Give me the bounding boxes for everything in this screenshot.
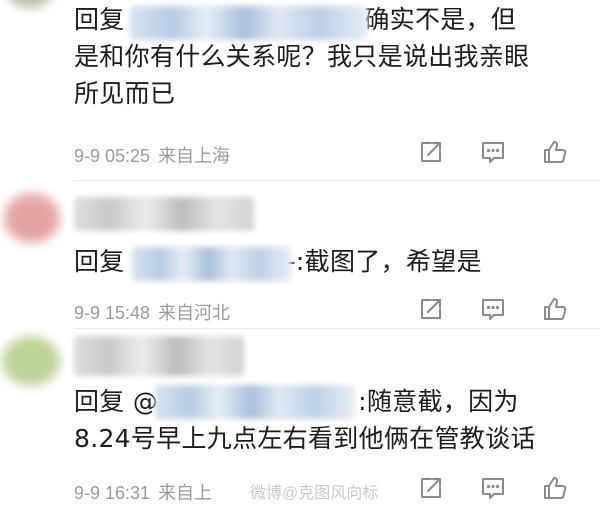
avatar[interactable] (4, 193, 60, 243)
comment-date: 9-9 15:48 (74, 303, 151, 323)
redacted-username (155, 385, 355, 419)
redacted-username (132, 247, 292, 281)
like-button[interactable] (539, 137, 571, 167)
comment-icon (482, 478, 504, 499)
redacted-username (130, 6, 368, 40)
avatar[interactable] (8, 0, 52, 8)
comment-actions (415, 473, 571, 503)
reply-prefix[interactable]: 回复 (74, 247, 125, 276)
comment-button[interactable] (477, 294, 509, 324)
comment-meta: 9-9 15:48 来自河北 (74, 299, 230, 325)
comment-date: 9-9 05:25 (74, 146, 151, 166)
comment-icon (482, 299, 504, 320)
reply-prefix[interactable]: 回复 @ (74, 387, 158, 416)
share-button[interactable] (415, 473, 447, 503)
like-button[interactable] (539, 294, 571, 324)
comment-item: 回复 -:截图了，希望是 9-9 15:48 来自河北 (0, 183, 600, 333)
comment-button[interactable] (477, 473, 509, 503)
share-icon (421, 299, 441, 319)
reply-prefix[interactable]: 回复 (74, 5, 125, 34)
divider (74, 180, 600, 181)
comment-location: 来自上 (158, 483, 213, 503)
comment-meta: 9-9 05:25 来自上海 (74, 142, 230, 168)
watermark: 微博@克图风向标 (250, 485, 379, 502)
share-icon (421, 478, 441, 498)
comment-actions (415, 294, 571, 324)
like-icon (544, 477, 567, 499)
comment-meta: 9-9 16:31 来自上 (74, 479, 212, 505)
comment-date: 9-9 16:31 (74, 483, 151, 503)
comment-button[interactable] (477, 137, 509, 167)
like-button[interactable] (539, 473, 571, 503)
comment-location: 来自河北 (158, 303, 231, 323)
avatar[interactable] (2, 336, 60, 386)
redacted-username (74, 197, 254, 231)
like-icon (544, 298, 567, 320)
comment-item: 回复:确实不是，但 是和你有什么关系呢？我只是说出我亲眼 所见而已 9-9 05… (0, 0, 600, 181)
like-icon (544, 141, 567, 163)
comment-location: 来自上海 (158, 146, 231, 166)
share-button[interactable] (415, 137, 447, 167)
comment-actions (415, 137, 571, 167)
comment-icon (482, 142, 504, 163)
share-icon (421, 142, 441, 162)
redacted-username (74, 336, 244, 376)
divider (74, 328, 600, 329)
share-button[interactable] (415, 294, 447, 324)
